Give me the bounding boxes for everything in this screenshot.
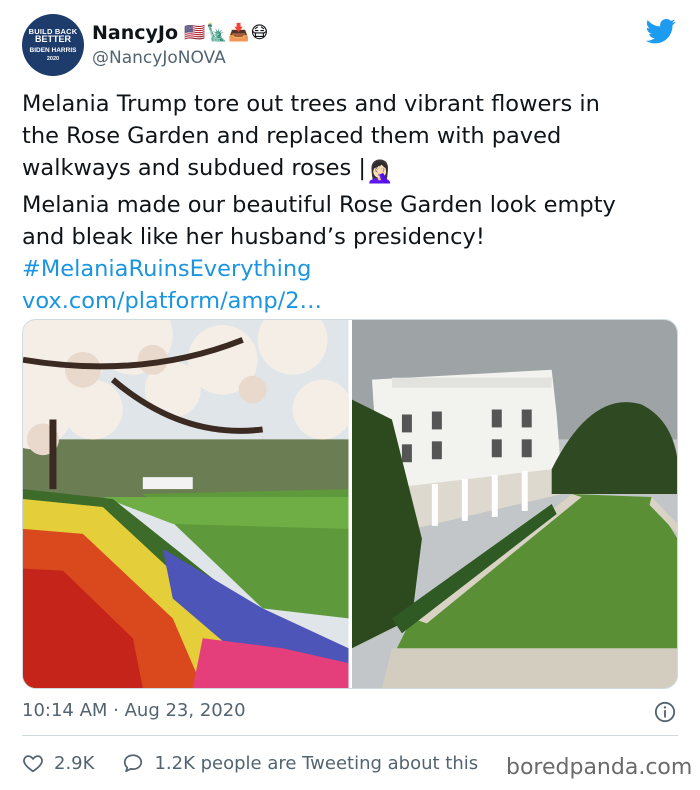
tweet-text: Melania Trump tore out trees and vibrant… [22,88,682,317]
avatar-text-line2: BETTER [35,34,71,45]
avatar-text-line4: 2020 [46,55,60,62]
avatar[interactable]: BUILD BACK BETTER BIDEN HARRIS 2020 [22,14,84,76]
facepalm-emoji: 🤦🏻‍♀️ [365,160,394,185]
divider [22,735,678,736]
tweet-line-2: the Rose Garden and replaced them with p… [22,123,562,149]
avatar-text-line3: BIDEN HARRIS [29,46,77,54]
after-photo-image [351,320,677,688]
twitter-bird-icon [645,19,676,44]
tweet-line-1: Melania Trump tore out trees and vibrant… [22,91,600,117]
heart-icon [23,755,43,773]
tweet-line-5: and bleak like her husband’s presidency! [22,224,485,250]
like-button[interactable]: 2.9K [22,752,94,774]
media-gallery[interactable] [22,319,678,689]
conversation-button[interactable]: 1.2K people are Tweeting about this [122,752,478,774]
hashtag-link[interactable]: #MelaniaRuinsEverything [22,253,682,285]
author-name-row[interactable]: NancyJo 🇺🇸🗽📥😷 [92,22,269,44]
author-display-name[interactable]: NancyJo [92,22,178,44]
speech-bubble-icon [124,754,143,773]
photo-rose-garden-before[interactable] [23,320,349,688]
tweet-line-3-text: walkways and subdued roses | [22,155,366,181]
author-handle[interactable]: @NancyJoNOVA [92,48,269,68]
photo-rose-garden-after[interactable] [351,320,677,688]
info-icon[interactable] [654,701,676,723]
tweet-line-4: Melania made our beautiful Rose Garden l… [22,192,616,218]
tweet-actions: 2.9K 1.2K people are Tweeting about this [22,750,506,776]
like-count: 2.9K [54,752,95,774]
before-photo-image [23,320,349,688]
tweet-line-3: walkways and subdued roses |🤦🏻‍♀️ [22,152,682,189]
tweeting-about-text: 1.2K people are Tweeting about this [154,752,479,774]
article-link[interactable]: vox.com/platform/amp/2… [22,285,682,317]
tweet-header: BUILD BACK BETTER BIDEN HARRIS 2020 Nanc… [22,14,678,80]
tweet-timestamp[interactable]: 10:14 AM · Aug 23, 2020 [22,700,246,721]
name-emojis: 🇺🇸🗽📥😷 [184,23,270,43]
author-names: NancyJo 🇺🇸🗽📥😷 @NancyJoNOVA [92,22,269,68]
watermark: boredpanda.com [506,755,693,780]
